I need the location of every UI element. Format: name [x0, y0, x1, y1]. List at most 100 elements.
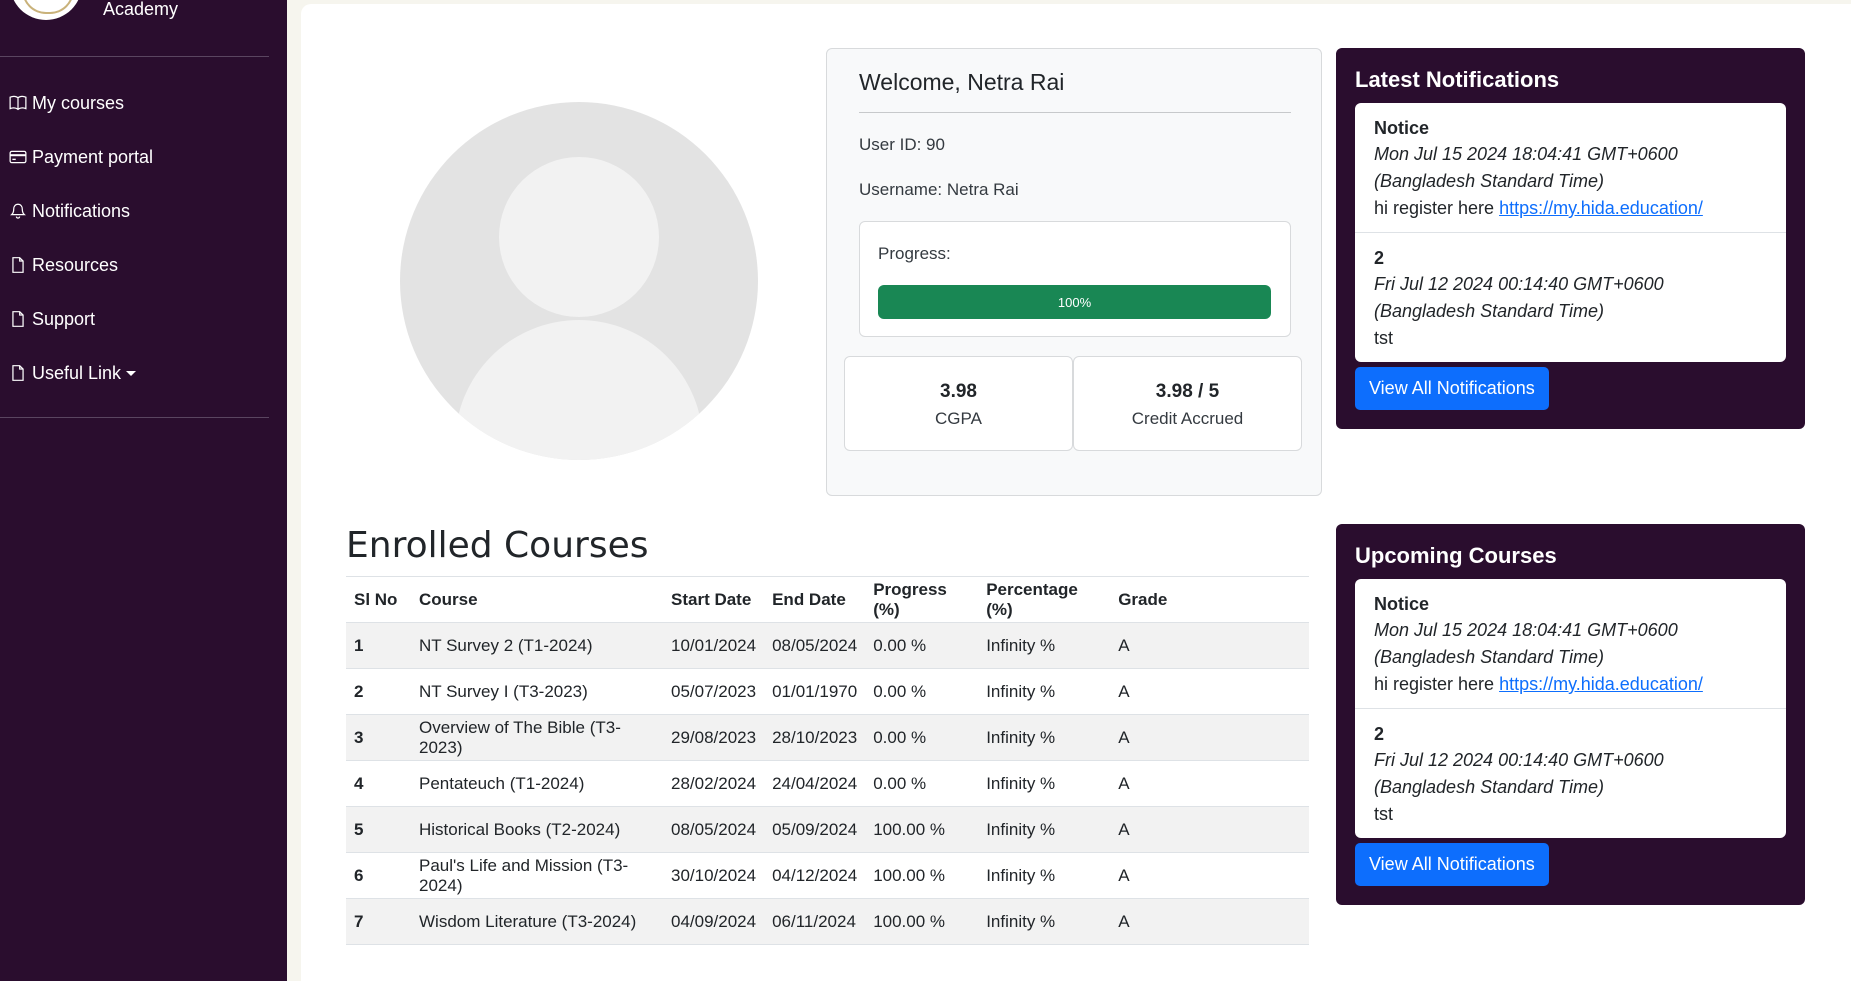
cell-course: Overview of The Bible (T3-2023): [411, 714, 663, 761]
brand[interactable]: Academy: [0, 0, 287, 24]
progress-bar: 100%: [878, 285, 1271, 319]
enrolled-courses-table: Sl No Course Start Date End Date Progres…: [346, 576, 1309, 945]
notification-item: Notice Mon Jul 15 2024 18:04:41 GMT+0600…: [1355, 103, 1786, 233]
table-header-row: Sl No Course Start Date End Date Progres…: [346, 576, 1309, 623]
column-header: Course: [411, 576, 663, 623]
cell-start-date: 05/07/2023: [663, 668, 765, 715]
cell-percentage: Infinity %: [978, 760, 1111, 807]
upcoming-title: 2: [1374, 724, 1385, 744]
sidebar-item-my-courses[interactable]: My courses: [0, 76, 287, 130]
user-id: User ID: 90: [859, 135, 945, 154]
upcoming-courses-panel: Upcoming Courses Notice Mon Jul 15 2024 …: [1336, 524, 1805, 905]
column-header: Sl No: [346, 576, 411, 623]
file-icon: [9, 310, 27, 328]
avatar: [400, 102, 758, 460]
progress-label: Progress:: [878, 244, 951, 263]
cgpa-value: 3.98: [940, 381, 977, 402]
column-header: Percentage (%): [978, 576, 1111, 623]
upcoming-body: tst: [1374, 804, 1394, 824]
cell-progress: 100.00 %: [865, 852, 979, 899]
cell-end-date: 08/05/2024: [764, 622, 866, 669]
notification-link[interactable]: https://my.hida.education/: [1499, 198, 1703, 218]
cell-sl-no: 3: [346, 714, 411, 761]
sidebar-item-resources[interactable]: Resources: [0, 238, 287, 292]
column-header: Grade: [1110, 576, 1309, 623]
sidebar-item-notifications[interactable]: Notifications: [0, 184, 287, 238]
upcoming-item: 2 Fri Jul 12 2024 00:14:40 GMT+0600 (Ban…: [1355, 709, 1786, 838]
cgpa-label: CGPA: [935, 409, 982, 428]
view-all-upcoming-button[interactable]: View All Notifications: [1355, 843, 1549, 886]
progress-box: Progress: 100%: [859, 221, 1291, 337]
sidebar-item-label: Notifications: [32, 200, 131, 221]
progress-fill: 100%: [878, 285, 1271, 319]
cell-start-date: 04/09/2024: [663, 898, 765, 945]
credit-card-icon: [9, 148, 27, 166]
upcoming-body: hi register here https://my.hida.educati…: [1374, 671, 1767, 698]
sidebar-item-support[interactable]: Support: [0, 292, 287, 346]
cell-course: Paul's Life and Mission (T3-2024): [411, 852, 663, 899]
cell-sl-no: 2: [346, 668, 411, 715]
welcome-card: Welcome, Netra Rai User ID: 90 Username:…: [826, 48, 1322, 496]
credit-label: Credit Accrued: [1131, 409, 1244, 428]
upcoming-text: hi register here: [1374, 674, 1500, 694]
notification-title: 2: [1374, 248, 1385, 268]
cell-end-date: 04/12/2024: [764, 852, 866, 899]
cell-sl-no: 7: [346, 898, 411, 945]
book-icon: [9, 94, 27, 112]
avatar-head: [499, 157, 659, 317]
cell-grade: A: [1110, 898, 1309, 945]
notification-body: hi register here https://my.hida.educati…: [1374, 195, 1767, 222]
sidebar-item-payment-portal[interactable]: Payment portal: [0, 130, 287, 184]
table-row: 5 Historical Books (T2-2024) 08/05/2024 05/…: [346, 806, 1309, 853]
cell-grade: A: [1110, 852, 1309, 899]
cell-progress: 0.00 %: [865, 668, 979, 715]
bell-icon: [9, 202, 27, 220]
sidebar-item-label: Support: [32, 308, 96, 329]
column-header: Start Date: [663, 576, 765, 623]
column-header: End Date: [764, 576, 866, 623]
column-header: Progress (%): [865, 576, 979, 623]
academy-logo-icon: [10, 0, 82, 20]
file-icon: [9, 256, 27, 274]
cell-end-date: 06/11/2024: [764, 898, 866, 945]
table-row: 1 NT Survey 2 (T1-2024) 10/01/2024 08/05/20…: [346, 622, 1309, 669]
cell-sl-no: 5: [346, 806, 411, 853]
cell-course: NT Survey I (T3-2023): [411, 668, 663, 715]
cell-grade: A: [1110, 668, 1309, 715]
panel-title: Upcoming Courses: [1355, 543, 1557, 568]
notification-item: 2 Fri Jul 12 2024 00:14:40 GMT+0600 (Ban…: [1355, 233, 1786, 362]
cell-grade: A: [1110, 714, 1309, 761]
table-row: 3 Overview of The Bible (T3-2023) 29/08/20…: [346, 714, 1309, 761]
sidebar-divider-bottom: [0, 417, 269, 418]
upcoming-title: Notice: [1374, 594, 1430, 614]
panel-title: Latest Notifications: [1355, 67, 1560, 92]
upcoming-list: Notice Mon Jul 15 2024 18:04:41 GMT+0600…: [1355, 579, 1786, 838]
cell-start-date: 28/02/2024: [663, 760, 765, 807]
caret-down-icon: [126, 370, 137, 376]
credit-value: 3.98 / 5: [1155, 381, 1220, 402]
file-icon: [9, 364, 27, 382]
cell-start-date: 08/05/2024: [663, 806, 765, 853]
cell-course: Wisdom Literature (T3-2024): [411, 898, 663, 945]
upcoming-date: Fri Jul 12 2024 00:14:40 GMT+0600 (Bangl…: [1374, 750, 1664, 797]
cell-sl-no: 1: [346, 622, 411, 669]
sidebar-divider-top: [0, 56, 269, 57]
table-row: 6 Paul's Life and Mission (T3-2024) 30/10/…: [346, 852, 1309, 899]
cell-sl-no: 6: [346, 852, 411, 899]
notification-date: Fri Jul 12 2024 00:14:40 GMT+0600 (Bangl…: [1374, 274, 1664, 321]
upcoming-item: Notice Mon Jul 15 2024 18:04:41 GMT+0600…: [1355, 579, 1786, 709]
view-all-notifications-button[interactable]: View All Notifications: [1355, 367, 1549, 410]
upcoming-link[interactable]: https://my.hida.education/: [1499, 674, 1703, 694]
sidebar-item-useful-link[interactable]: Useful Link: [0, 346, 287, 400]
cell-progress: 100.00 %: [865, 806, 979, 853]
cell-progress: 0.00 %: [865, 622, 979, 669]
cell-percentage: Infinity %: [978, 714, 1111, 761]
table-row: 2 NT Survey I (T3-2023) 05/07/2023 01/01/19…: [346, 668, 1309, 715]
table-row: 4 Pentateuch (T1-2024) 28/02/2024 24/04/202…: [346, 760, 1309, 807]
cell-grade: A: [1110, 806, 1309, 853]
avatar-body: [455, 320, 703, 460]
cell-percentage: Infinity %: [978, 622, 1111, 669]
cell-percentage: Infinity %: [978, 806, 1111, 853]
cell-course: Historical Books (T2-2024): [411, 806, 663, 853]
sidebar-item-label: Resources: [32, 254, 119, 275]
